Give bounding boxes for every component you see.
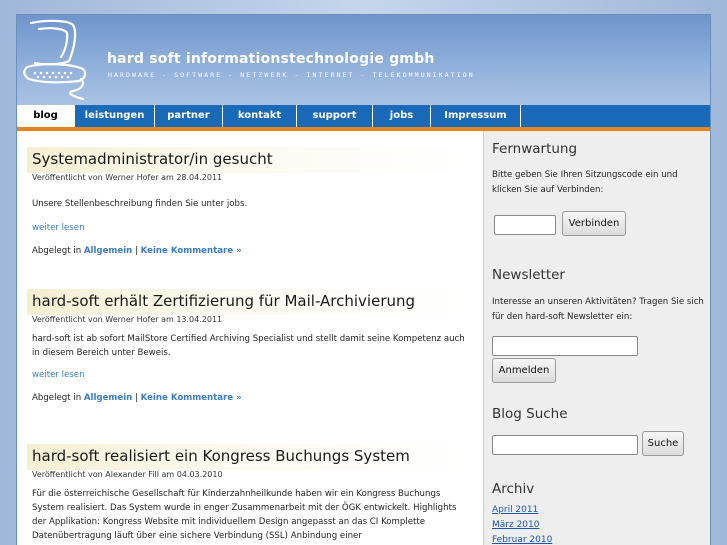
main-nav: blog leistungen partner kontakt support … <box>17 105 710 127</box>
read-more-link[interactable]: weiter lesen <box>32 370 85 380</box>
newsletter-heading: Newsletter <box>492 267 565 283</box>
archive-link-april-2011[interactable]: April 2011 <box>492 505 538 515</box>
post-meta: Veröffentlicht von Werner Hofer am 13.04… <box>32 315 223 324</box>
post-meta: Veröffentlicht von Alexander Fill am 04.… <box>32 470 223 479</box>
fernwartung-text: Bitte geben Sie Ihren Sitzungscode ein u… <box>492 170 678 195</box>
filed-separator: | <box>135 393 138 403</box>
post-title[interactable]: hard-soft erhält Zertifizierung für Mail… <box>32 292 484 310</box>
sidebar: Fernwartung Bitte geben Sie Ihren Sitzun… <box>483 131 710 545</box>
post-title-bar: hard-soft erhält Zertifizierung für Mail… <box>27 289 479 315</box>
post-body: hard-soft ist ab sofort MailStore Certif… <box>32 334 465 358</box>
subscribe-button[interactable]: Anmelden <box>492 358 556 383</box>
post-body: Unsere Stellenbeschreibung finden Sie un… <box>32 199 248 209</box>
company-name: hard soft informationstechnologie gmbh <box>107 51 435 67</box>
post-title[interactable]: Systemadministrator/in gesucht <box>32 150 484 168</box>
filed-separator: | <box>135 246 138 256</box>
nav-item-support[interactable]: support <box>297 105 373 127</box>
blog-search-input[interactable] <box>492 435 638 455</box>
archive-link-maerz-2010[interactable]: März 2010 <box>492 520 539 530</box>
site-container: hard soft informationstechnologie gmbh H… <box>16 14 711 545</box>
newsletter-text: Interesse an unseren Aktivitäten? Tragen… <box>492 297 704 322</box>
connect-button[interactable]: Verbinden <box>562 211 626 236</box>
site-header: hard soft informationstechnologie gmbh H… <box>17 15 710 105</box>
read-more-link[interactable]: weiter lesen <box>32 223 85 233</box>
blog-post: hard-soft realisiert ein Kongress Buchun… <box>27 444 479 543</box>
nav-item-jobs[interactable]: jobs <box>373 105 431 127</box>
nav-item-leistungen[interactable]: leistungen <box>75 105 155 127</box>
newsletter-email-input[interactable] <box>492 336 638 356</box>
post-meta: Veröffentlicht von Werner Hofer am 28.04… <box>32 173 223 182</box>
post-title-bar: Systemadministrator/in gesucht <box>27 147 479 173</box>
archive-link-februar-2010[interactable]: Februar 2010 <box>492 535 552 545</box>
blog-search-heading: Blog Suche <box>492 406 568 422</box>
category-link[interactable]: Allgemein <box>84 393 132 403</box>
fernwartung-heading: Fernwartung <box>492 141 578 157</box>
main-content: Systemadministrator/in gesucht Veröffent… <box>17 131 483 545</box>
search-button[interactable]: Suche <box>642 431 684 456</box>
comments-link[interactable]: Keine Kommentare » <box>141 393 242 403</box>
category-link[interactable]: Allgemein <box>84 246 132 256</box>
nav-item-impressum[interactable]: Impressum <box>431 105 521 127</box>
filed-label: Abgelegt in <box>32 246 82 256</box>
post-title[interactable]: hard-soft realisiert ein Kongress Buchun… <box>32 447 484 465</box>
post-body: Für die österreichische Gesellschaft für… <box>32 489 457 541</box>
nav-item-partner[interactable]: partner <box>155 105 223 127</box>
blog-post: Systemadministrator/in gesucht Veröffent… <box>27 147 479 256</box>
comments-link[interactable]: Keine Kommentare » <box>141 246 242 256</box>
post-filed-in: Abgelegt in Allgemein | Keine Kommentare… <box>32 246 484 256</box>
nav-item-kontakt[interactable]: kontakt <box>223 105 297 127</box>
company-tagline: HARDWARE - SOFTWARE - NETZWERK - INTERNE… <box>108 71 475 79</box>
blog-post: hard-soft erhält Zertifizierung für Mail… <box>27 289 479 403</box>
post-title-bar: hard-soft realisiert ein Kongress Buchun… <box>27 444 479 470</box>
post-filed-in: Abgelegt in Allgemein | Keine Kommentare… <box>32 393 484 403</box>
session-code-input[interactable] <box>494 215 556 235</box>
archive-heading: Archiv <box>492 481 535 497</box>
nav-item-blog[interactable]: blog <box>17 105 75 127</box>
computer-logo-icon[interactable] <box>21 17 97 103</box>
filed-label: Abgelegt in <box>32 393 82 403</box>
